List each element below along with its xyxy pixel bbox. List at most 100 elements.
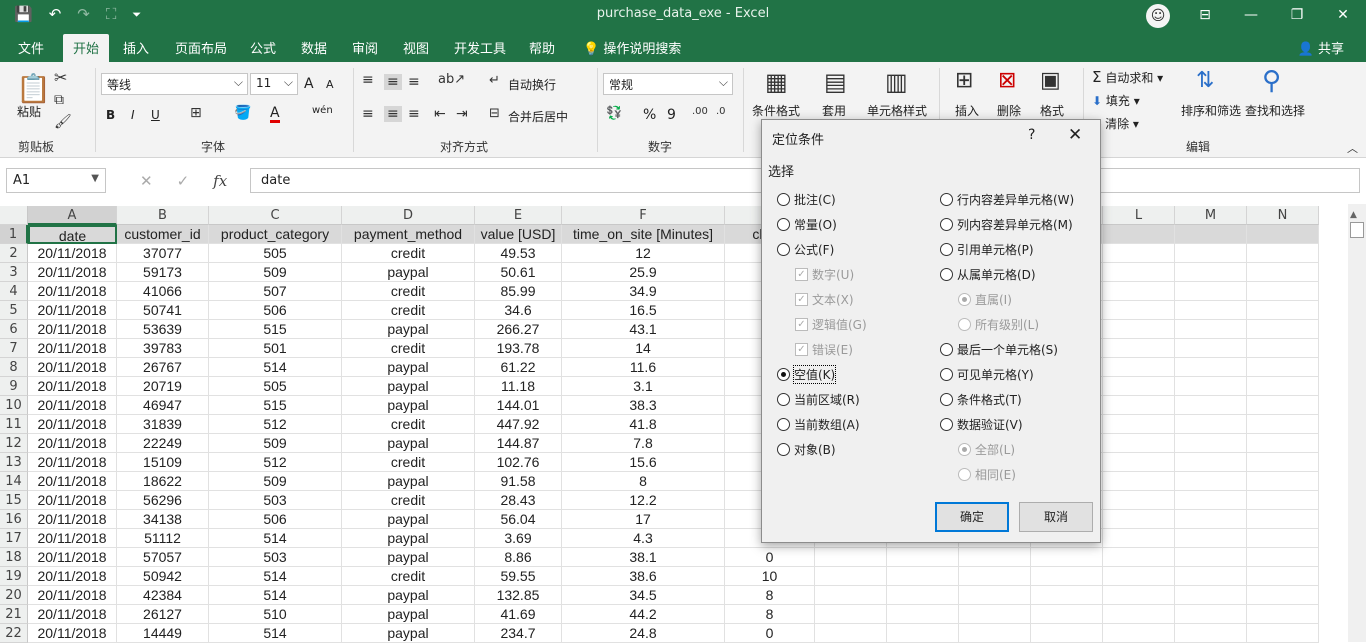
row-header[interactable]: 21 — [0, 605, 28, 624]
table-cell[interactable]: 512 — [209, 415, 342, 434]
cancel-icon[interactable]: ✕ — [140, 172, 153, 190]
table-cell[interactable] — [1175, 434, 1247, 453]
table-cell[interactable] — [1031, 586, 1103, 605]
table-cell[interactable]: 57057 — [117, 548, 209, 567]
table-cell[interactable] — [1103, 282, 1175, 301]
table-cell[interactable]: 8 — [562, 472, 725, 491]
table-cell[interactable]: 51112 — [117, 529, 209, 548]
radio-icon[interactable] — [777, 217, 790, 231]
table-cell[interactable]: 4.3 — [562, 529, 725, 548]
fill-color-icon[interactable]: 🪣 — [234, 105, 251, 121]
table-cell[interactable]: 28.43 — [475, 491, 562, 510]
radio-icon[interactable] — [940, 217, 953, 231]
table-cell[interactable] — [815, 548, 887, 567]
table-cell[interactable] — [1103, 415, 1175, 434]
tell-me-search[interactable]: 💡 操作说明搜索 — [583, 38, 681, 57]
header-cell[interactable]: payment_method — [342, 225, 475, 244]
tab-review[interactable]: 审阅 — [352, 38, 378, 57]
table-cell[interactable] — [1175, 548, 1247, 567]
table-cell[interactable]: 20/11/2018 — [28, 339, 117, 358]
table-cell[interactable] — [1103, 453, 1175, 472]
number-format-combo[interactable]: 常规 ⌵ — [603, 73, 733, 95]
table-cell[interactable] — [1247, 434, 1319, 453]
table-cell[interactable]: paypal — [342, 377, 475, 396]
table-cell[interactable]: 506 — [209, 301, 342, 320]
row-header[interactable]: 11 — [0, 415, 28, 434]
minimize-button[interactable]: — — [1228, 0, 1274, 31]
table-cell[interactable] — [1175, 491, 1247, 510]
table-cell[interactable] — [1247, 396, 1319, 415]
column-header-d[interactable]: D — [342, 206, 475, 225]
table-cell[interactable] — [1103, 472, 1175, 491]
fill-button[interactable]: ⬇ 填充 ▾ — [1092, 92, 1140, 109]
row-header[interactable]: 18 — [0, 548, 28, 567]
table-cell[interactable]: 17 — [562, 510, 725, 529]
table-cell[interactable] — [1103, 301, 1175, 320]
table-cell[interactable]: 503 — [209, 491, 342, 510]
percent-button[interactable]: % — [643, 107, 656, 123]
column-header-l[interactable]: L — [1103, 206, 1175, 225]
table-cell[interactable] — [1175, 529, 1247, 548]
row-header[interactable]: 4 — [0, 282, 28, 301]
table-cell[interactable]: 20719 — [117, 377, 209, 396]
table-cell[interactable]: 15109 — [117, 453, 209, 472]
table-cell[interactable]: credit — [342, 415, 475, 434]
table-cell[interactable]: 12.2 — [562, 491, 725, 510]
help-icon[interactable]: ? — [1028, 127, 1035, 143]
table-cell[interactable]: 509 — [209, 434, 342, 453]
table-cell[interactable]: 49.53 — [475, 244, 562, 263]
table-cell[interactable] — [887, 605, 959, 624]
table-cell[interactable] — [959, 548, 1031, 567]
table-cell[interactable]: 102.76 — [475, 453, 562, 472]
right-option[interactable]: 行内容差异单元格(W) — [940, 191, 1074, 207]
table-cell[interactable]: 24.8 — [562, 624, 725, 643]
table-cell[interactable] — [1247, 377, 1319, 396]
table-cell[interactable] — [1247, 586, 1319, 605]
tab-formulas[interactable]: 公式 — [250, 38, 276, 57]
table-cell[interactable] — [1247, 567, 1319, 586]
table-cell[interactable]: 506 — [209, 510, 342, 529]
table-cell[interactable] — [887, 567, 959, 586]
header-cell[interactable] — [1103, 225, 1175, 244]
table-cell[interactable]: 53639 — [117, 320, 209, 339]
table-cell[interactable]: 0 — [725, 624, 815, 643]
table-cell[interactable] — [1247, 605, 1319, 624]
table-cell[interactable]: 20/11/2018 — [28, 548, 117, 567]
table-cell[interactable] — [1247, 529, 1319, 548]
phonetic-button[interactable]: wén — [312, 105, 333, 116]
share-button[interactable]: 👤 共享 — [1298, 38, 1344, 57]
table-cell[interactable]: 56296 — [117, 491, 209, 510]
table-cell[interactable] — [1175, 377, 1247, 396]
table-cell[interactable] — [1103, 586, 1175, 605]
table-cell[interactable]: 15.6 — [562, 453, 725, 472]
radio-icon[interactable] — [940, 367, 953, 381]
table-cell[interactable] — [1175, 339, 1247, 358]
row-header[interactable]: 8 — [0, 358, 28, 377]
user-avatar[interactable]: ☺ — [1146, 4, 1170, 28]
table-cell[interactable]: 144.87 — [475, 434, 562, 453]
table-cell[interactable]: 16.5 — [562, 301, 725, 320]
radio-icon[interactable] — [940, 242, 953, 256]
table-cell[interactable] — [1247, 244, 1319, 263]
left-option[interactable]: 常量(O) — [777, 216, 837, 232]
table-cell[interactable]: 34.6 — [475, 301, 562, 320]
table-cell[interactable] — [1175, 453, 1247, 472]
table-cell[interactable] — [887, 624, 959, 643]
table-cell[interactable] — [1247, 548, 1319, 567]
vertical-scrollbar[interactable]: ▲ — [1348, 204, 1366, 642]
radio-icon[interactable] — [777, 442, 790, 456]
left-option[interactable]: 批注(C) — [777, 191, 836, 207]
table-cell[interactable]: 0 — [725, 548, 815, 567]
table-cell[interactable] — [959, 586, 1031, 605]
table-cell[interactable]: 505 — [209, 244, 342, 263]
table-cell[interactable]: paypal — [342, 263, 475, 282]
search-icon[interactable]: ⚲ — [1262, 66, 1281, 96]
scroll-thumb[interactable] — [1350, 222, 1364, 238]
font-color-button[interactable]: A — [270, 106, 280, 123]
table-cell[interactable]: 20/11/2018 — [28, 263, 117, 282]
table-cell[interactable] — [1175, 320, 1247, 339]
table-cell[interactable]: credit — [342, 244, 475, 263]
table-cell[interactable]: 132.85 — [475, 586, 562, 605]
borders-icon[interactable]: ⊞ — [190, 105, 202, 121]
table-cell[interactable] — [1175, 510, 1247, 529]
